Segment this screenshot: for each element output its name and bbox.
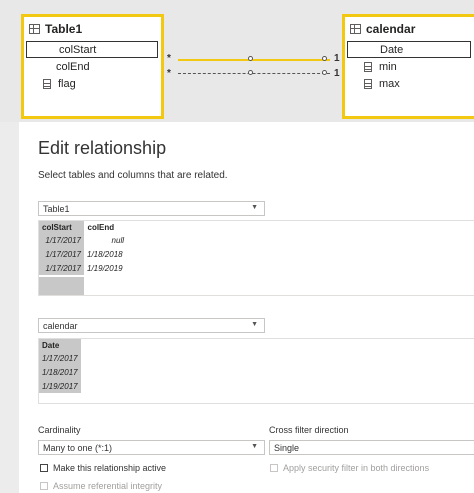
table-row: 1/19/2017 — [39, 379, 81, 393]
table-row: 1/17/2017 — [39, 351, 81, 365]
table-a-grid: colStart colEnd 1/17/2017 null 1/17/2017… — [39, 221, 128, 275]
rel2-many-marker: * — [167, 68, 171, 79]
cell: 1/19/2019 — [87, 263, 123, 273]
table-b-preview: Date 1/17/2017 1/18/2017 1/19/2017 — [38, 338, 474, 404]
chevron-down-icon: ▼ — [251, 204, 258, 211]
calendar-name: calendar — [366, 22, 416, 36]
table-b-dropdown[interactable]: calendar ▼ — [38, 318, 265, 333]
column-header-colend[interactable]: colEnd — [84, 221, 128, 233]
field-flag[interactable]: flag — [24, 75, 161, 92]
calendar-card[interactable]: calendar Date min max — [342, 14, 474, 119]
active-option[interactable]: Make this relationship active — [40, 463, 166, 473]
cell: 1/19/2017 — [39, 379, 81, 393]
active-checkbox[interactable] — [40, 464, 48, 472]
rel1-end-node — [322, 56, 327, 61]
security-checkbox[interactable] — [270, 464, 278, 472]
edit-relationship-dialog: Edit relationship Select tables and colu… — [19, 122, 474, 493]
relationship-line-inactive[interactable] — [178, 73, 330, 74]
cell: 1/17/2017 — [39, 261, 84, 275]
rel2-one-marker: 1 — [334, 68, 340, 79]
table-a-dropdown[interactable]: Table1 ▼ — [38, 201, 265, 216]
table-row: 1/18/2017 — [39, 365, 81, 379]
table-a-selected: Table1 — [43, 203, 70, 214]
table-icon — [29, 24, 40, 34]
table-b-selected: calendar — [43, 320, 78, 331]
field-colend[interactable]: colEnd — [24, 58, 161, 75]
table1-card[interactable]: Table1 colStart colEnd flag — [21, 14, 164, 119]
cell: 1/17/2017 — [39, 233, 84, 247]
table1-header[interactable]: Table1 — [24, 17, 161, 41]
security-option[interactable]: Apply security filter in both directions — [270, 463, 429, 473]
measure-icon — [364, 61, 372, 72]
cardinality-dropdown[interactable]: Many to one (*:1) ▼ — [38, 440, 265, 455]
referential-checkbox[interactable] — [40, 482, 48, 490]
relationship-line-active[interactable] — [178, 59, 330, 61]
table-row: 1/17/2017 1/18/2018 — [39, 247, 127, 261]
cell: null — [111, 235, 124, 245]
calendar-header[interactable]: calendar — [345, 17, 474, 41]
table1-name: Table1 — [45, 22, 83, 36]
model-view: Table1 colStart colEnd flag * 1 * 1 cale… — [0, 0, 474, 122]
cell: 1/17/2017 — [39, 351, 81, 365]
active-label: Make this relationship active — [53, 463, 167, 473]
measure-icon — [364, 78, 372, 89]
cell: 1/18/2018 — [87, 249, 123, 259]
cardinality-value: Many to one (*:1) — [43, 442, 113, 453]
cross-filter-dropdown[interactable]: Single — [269, 440, 474, 455]
cross-filter-value: Single — [274, 442, 300, 453]
dialog-title: Edit relationship — [38, 138, 167, 158]
rel1-many-marker: * — [167, 53, 171, 64]
table-row: 1/17/2017 null — [39, 233, 127, 247]
field-max[interactable]: max — [345, 75, 474, 92]
rel2-node — [248, 70, 253, 75]
security-label: Apply security filter in both directions — [283, 463, 430, 473]
dialog-subtitle: Select tables and columns that are relat… — [38, 170, 228, 181]
referential-option[interactable]: Assume referential integrity — [40, 481, 162, 491]
selected-column-fill — [39, 277, 84, 295]
rel1-node — [248, 56, 253, 61]
table-row: 1/17/2017 1/19/2019 — [39, 261, 127, 275]
field-date[interactable]: Date — [347, 41, 471, 58]
column-header-date[interactable]: Date — [39, 339, 82, 351]
cell: 1/17/2017 — [39, 247, 84, 261]
cardinality-label: Cardinality — [38, 425, 81, 435]
table-icon — [350, 24, 361, 34]
field-min[interactable]: min — [345, 58, 474, 75]
table-b-grid: Date 1/17/2017 1/18/2017 1/19/2017 — [39, 339, 82, 393]
column-header-colstart[interactable]: colStart — [39, 221, 85, 233]
chevron-down-icon: ▼ — [251, 443, 258, 450]
calc-column-icon — [43, 78, 51, 89]
rel1-one-marker: 1 — [334, 53, 340, 64]
table-a-preview: colStart colEnd 1/17/2017 null 1/17/2017… — [38, 220, 474, 296]
field-colstart[interactable]: colStart — [26, 41, 158, 58]
referential-label: Assume referential integrity — [53, 481, 163, 491]
cell: 1/18/2017 — [39, 365, 81, 379]
chevron-down-icon: ▼ — [251, 321, 258, 328]
cross-filter-label: Cross filter direction — [269, 425, 349, 435]
rel2-end-node — [322, 70, 327, 75]
